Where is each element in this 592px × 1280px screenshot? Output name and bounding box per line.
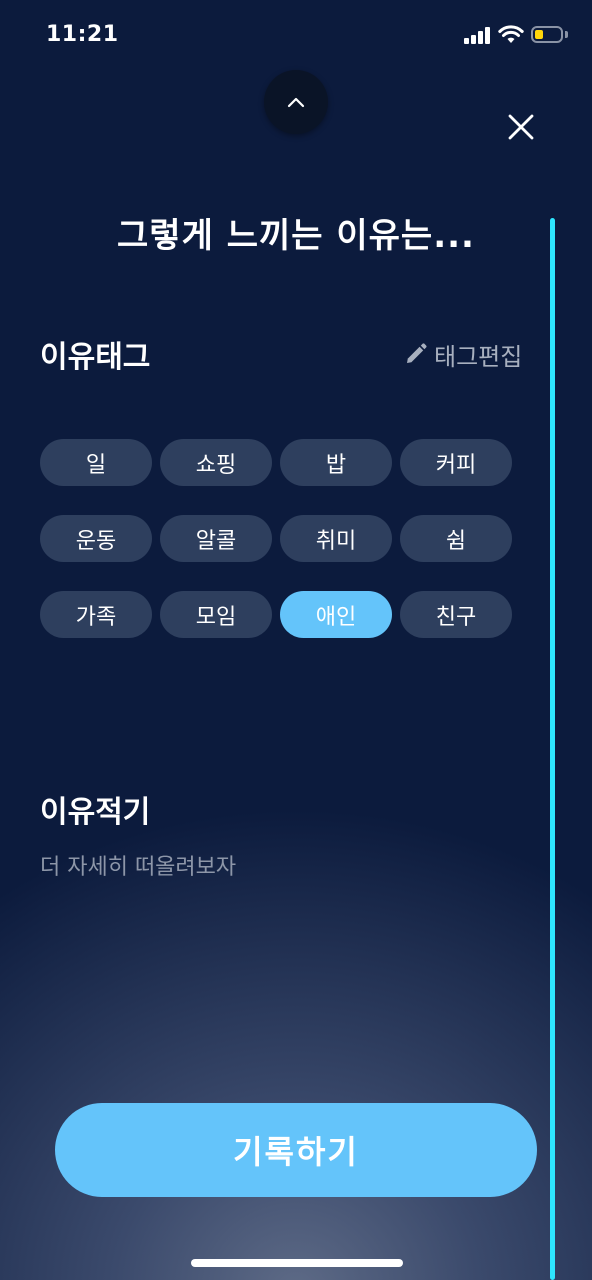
battery-cap	[565, 31, 568, 38]
wifi-icon	[498, 25, 524, 43]
tag-chip[interactable]: 가족	[40, 591, 152, 638]
status-time: 11:21	[46, 22, 119, 47]
tag-chip[interactable]: 취미	[280, 515, 392, 562]
battery-icon	[531, 26, 563, 43]
tag-chip[interactable]: 친구	[400, 591, 512, 638]
close-icon	[508, 114, 534, 140]
collapse-button[interactable]	[264, 70, 328, 134]
battery-level	[535, 30, 543, 39]
tag-chip[interactable]: 커피	[400, 439, 512, 486]
tag-chip[interactable]: 알콜	[160, 515, 272, 562]
page-title: 그렇게 느끼는 이유는...	[117, 216, 475, 256]
status-bar: 11:21	[0, 0, 592, 72]
tag-grid: 일 쇼핑 밥 커피 운동 알콜 취미 쉼 가족 모임 애인 친구	[40, 439, 520, 638]
edit-tags-label: 태그편집	[434, 342, 523, 371]
tags-section-heading: 이유태그	[40, 340, 151, 375]
tag-chip[interactable]: 애인	[280, 591, 392, 638]
reason-input[interactable]: 더 자세히 떠올려보자	[40, 849, 236, 881]
submit-button[interactable]: 기록하기	[55, 1103, 537, 1197]
reason-section-heading: 이유적기	[40, 795, 151, 830]
tag-chip[interactable]: 운동	[40, 515, 152, 562]
tag-chip[interactable]: 밥	[280, 439, 392, 486]
home-indicator	[191, 1259, 403, 1267]
pencil-icon	[407, 343, 427, 363]
tag-chip[interactable]: 쇼핑	[160, 439, 272, 486]
chevron-up-icon	[287, 97, 305, 108]
tag-chip[interactable]: 일	[40, 439, 152, 486]
scroll-indicator[interactable]	[550, 218, 555, 1280]
edit-tags-button[interactable]: 태그편집	[404, 334, 522, 374]
tag-chip[interactable]: 모임	[160, 591, 272, 638]
close-button[interactable]	[500, 106, 542, 148]
tag-chip[interactable]: 쉼	[400, 515, 512, 562]
cellular-signal-icon	[464, 27, 490, 44]
